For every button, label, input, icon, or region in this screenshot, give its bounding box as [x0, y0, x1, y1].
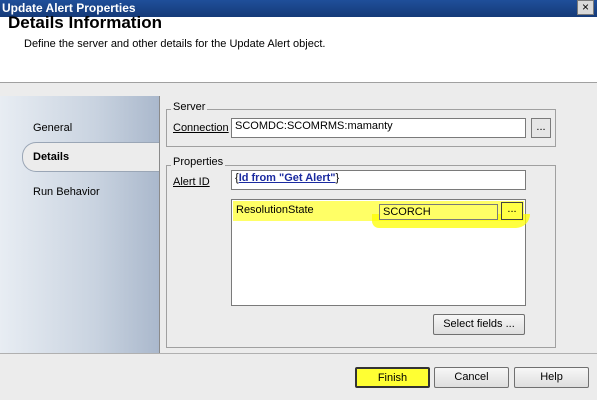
server-group-legend: Server [171, 101, 208, 113]
page-description: Define the server and other details for … [24, 38, 326, 50]
select-fields-button[interactable]: Select fields ... [433, 314, 525, 335]
help-button[interactable]: Help [514, 367, 589, 388]
connection-label-text: Connection [173, 122, 229, 134]
alert-id-suffix: } [335, 172, 340, 184]
alert-id-field[interactable]: {Id from "Get Alert"} [231, 170, 526, 190]
field-value-browse-button[interactable]: ... [501, 202, 523, 220]
connection-label: Connection [173, 122, 229, 134]
sidebar-item-general[interactable]: General [33, 122, 72, 134]
sidebar: General Details Run Behavior [0, 96, 160, 353]
alert-id-label-text: Alert ID [173, 176, 210, 188]
sidebar-item-details[interactable]: Details [22, 142, 160, 172]
connection-browse-button[interactable]: ... [531, 118, 551, 138]
footer-divider [0, 353, 597, 354]
alert-id-label: Alert ID [173, 176, 210, 188]
field-value-input[interactable]: SCORCH [379, 204, 498, 220]
close-icon[interactable]: × [577, 0, 594, 15]
published-data-link[interactable]: Id from "Get Alert" [239, 172, 336, 184]
divider [159, 96, 160, 353]
finish-button[interactable]: Finish [355, 367, 430, 388]
connection-field[interactable]: SCOMDC:SCOMRMS:mamanty [231, 118, 526, 138]
cancel-button[interactable]: Cancel [434, 367, 509, 388]
page-title: Details Information [8, 13, 162, 32]
properties-group-legend: Properties [171, 156, 226, 168]
sidebar-item-run-behavior[interactable]: Run Behavior [33, 186, 100, 198]
sidebar-item-label: Details [33, 151, 70, 163]
field-name: ResolutionState [236, 204, 314, 216]
